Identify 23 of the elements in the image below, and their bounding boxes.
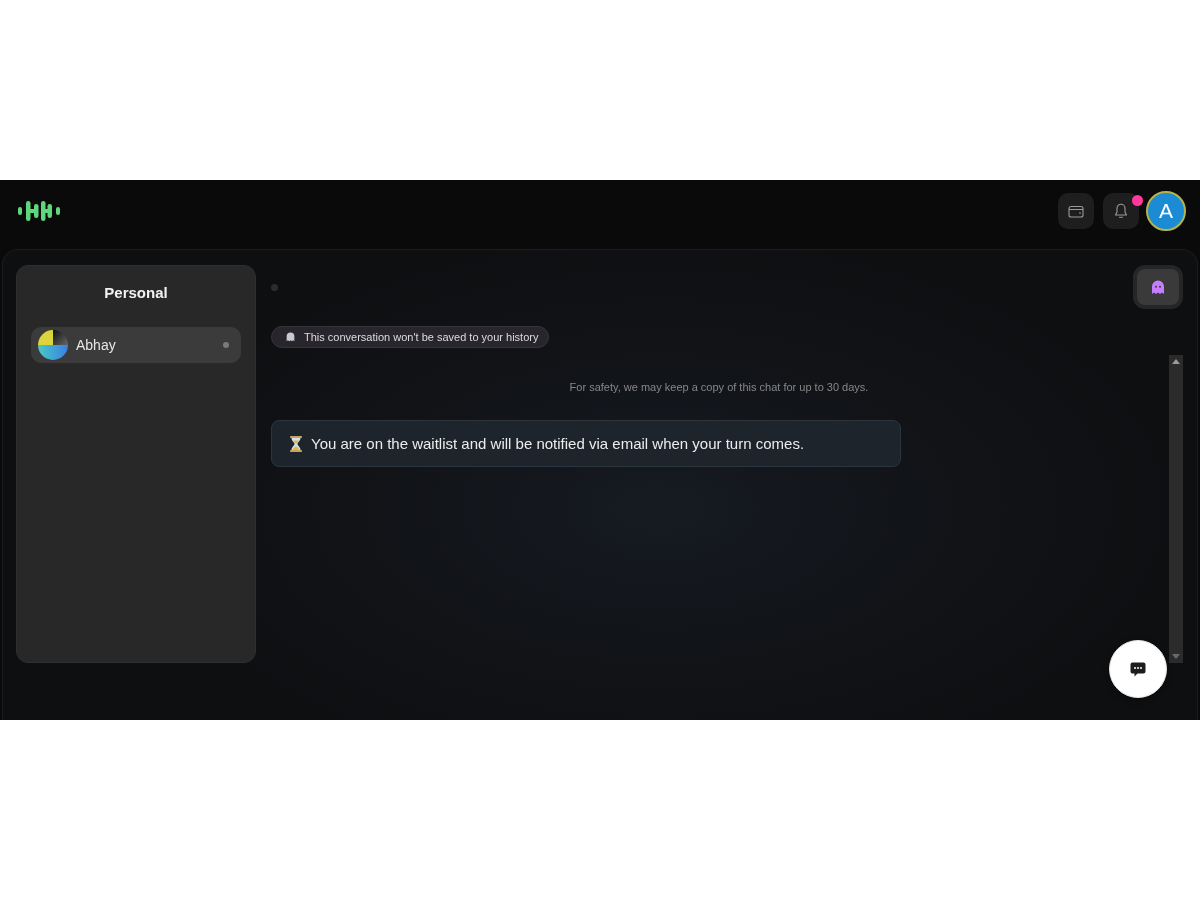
wallet-button[interactable]: [1058, 193, 1094, 229]
private-mode-button[interactable]: [1133, 265, 1183, 309]
notice-text: This conversation won't be saved to your history: [304, 331, 539, 343]
avatar-icon: [38, 330, 68, 360]
message-text: You are on the waitlist and will be notified via email when your turn comes.: [311, 435, 805, 452]
status-dot-icon: [271, 283, 278, 291]
ghost-icon: [286, 332, 295, 342]
speech-bubble-icon: [1130, 661, 1146, 677]
scrollbar[interactable]: [1169, 355, 1183, 663]
sound-wave-logo: [18, 200, 60, 222]
ghost-icon: [1151, 279, 1165, 295]
up-arrow-icon: [1172, 359, 1180, 364]
hourglass-icon: [290, 435, 302, 452]
chat-list-item[interactable]: Abhay: [31, 327, 241, 363]
sidebar-title: Personal: [103, 283, 169, 303]
down-arrow-icon: [1172, 654, 1180, 659]
status-dot-icon: [223, 342, 229, 348]
contact-name: Abhay: [76, 337, 117, 353]
bell-icon: [1114, 203, 1128, 219]
safety-note: For safety, we may keep a copy of this chat for up to 30 days.: [569, 380, 869, 394]
wallet-icon: [1068, 204, 1084, 218]
notifications-button[interactable]: [1103, 193, 1139, 229]
account-avatar[interactable]: A: [1146, 191, 1186, 231]
